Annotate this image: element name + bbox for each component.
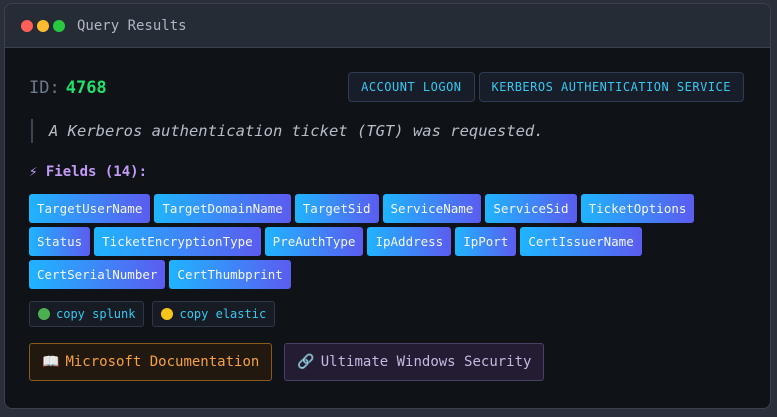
book-icon: 📖 xyxy=(42,354,60,370)
tag-kerberos-authentication-service[interactable]: KERBEROS AUTHENTICATION SERVICE xyxy=(478,72,744,102)
copy-elastic-button[interactable]: copy elastic xyxy=(152,301,276,327)
field-chip[interactable]: CertThumbprint xyxy=(169,260,291,289)
field-chip[interactable]: ServiceSid xyxy=(485,194,577,223)
ultimate-windows-security-link[interactable]: 🔗 Ultimate Windows Security xyxy=(284,343,545,381)
copy-buttons: copy splunk copy elastic xyxy=(29,301,276,327)
fields-heading: ⚡ Fields (14): xyxy=(29,164,147,180)
field-chip[interactable]: CertIssuerName xyxy=(520,227,642,256)
tag-account-logon[interactable]: ACCOUNT LOGON xyxy=(348,72,475,102)
field-chip[interactable]: TargetUserName xyxy=(29,194,151,223)
field-chip[interactable]: TicketEncryptionType xyxy=(94,227,261,256)
reference-links: 📖 Microsoft Documentation 🔗 Ultimate Win… xyxy=(29,343,545,381)
link-icon: 🔗 xyxy=(297,354,315,370)
event-id: ID: 4768 xyxy=(29,78,107,98)
copy-splunk-button[interactable]: copy splunk xyxy=(29,301,145,327)
event-id-value: 4768 xyxy=(65,78,107,98)
fields-heading-label: Fields (14): xyxy=(45,164,148,180)
field-chip[interactable]: Status xyxy=(29,227,91,256)
title-bar: Query Results xyxy=(5,4,770,48)
event-description: A Kerberos authentication ticket (TGT) w… xyxy=(31,119,544,143)
copy-elastic-label: copy elastic xyxy=(179,307,267,321)
field-chip[interactable]: TargetDomainName xyxy=(154,194,291,223)
query-results-window: Query Results ID: 4768 ACCOUNT LOGON KERB… xyxy=(4,3,771,409)
maximize-window-button[interactable] xyxy=(53,19,65,32)
lightning-icon: ⚡ xyxy=(29,164,38,180)
close-window-button[interactable] xyxy=(21,19,33,32)
field-chip[interactable]: IpPort xyxy=(455,227,517,256)
event-id-label: ID: xyxy=(29,78,60,98)
field-chip[interactable]: IpAddress xyxy=(367,227,452,256)
field-chip[interactable]: ServiceName xyxy=(382,194,482,223)
microsoft-documentation-link[interactable]: 📖 Microsoft Documentation xyxy=(29,343,273,381)
green-circle-icon xyxy=(38,308,50,320)
copy-splunk-label: copy splunk xyxy=(56,307,136,321)
field-chip[interactable]: TargetSid xyxy=(294,194,379,223)
field-chip[interactable]: CertSerialNumber xyxy=(29,260,166,289)
fields-list: TargetUserName TargetDomainName TargetSi… xyxy=(29,194,729,289)
event-tags: ACCOUNT LOGON KERBEROS AUTHENTICATION SE… xyxy=(348,72,744,102)
microsoft-documentation-label: Microsoft Documentation xyxy=(65,354,260,370)
minimize-window-button[interactable] xyxy=(37,19,49,32)
field-chip[interactable]: TicketOptions xyxy=(580,194,695,223)
field-chip[interactable]: PreAuthType xyxy=(264,227,364,256)
window-title: Query Results xyxy=(77,17,187,34)
ultimate-windows-security-label: Ultimate Windows Security xyxy=(320,354,532,370)
yellow-circle-icon xyxy=(161,308,174,320)
